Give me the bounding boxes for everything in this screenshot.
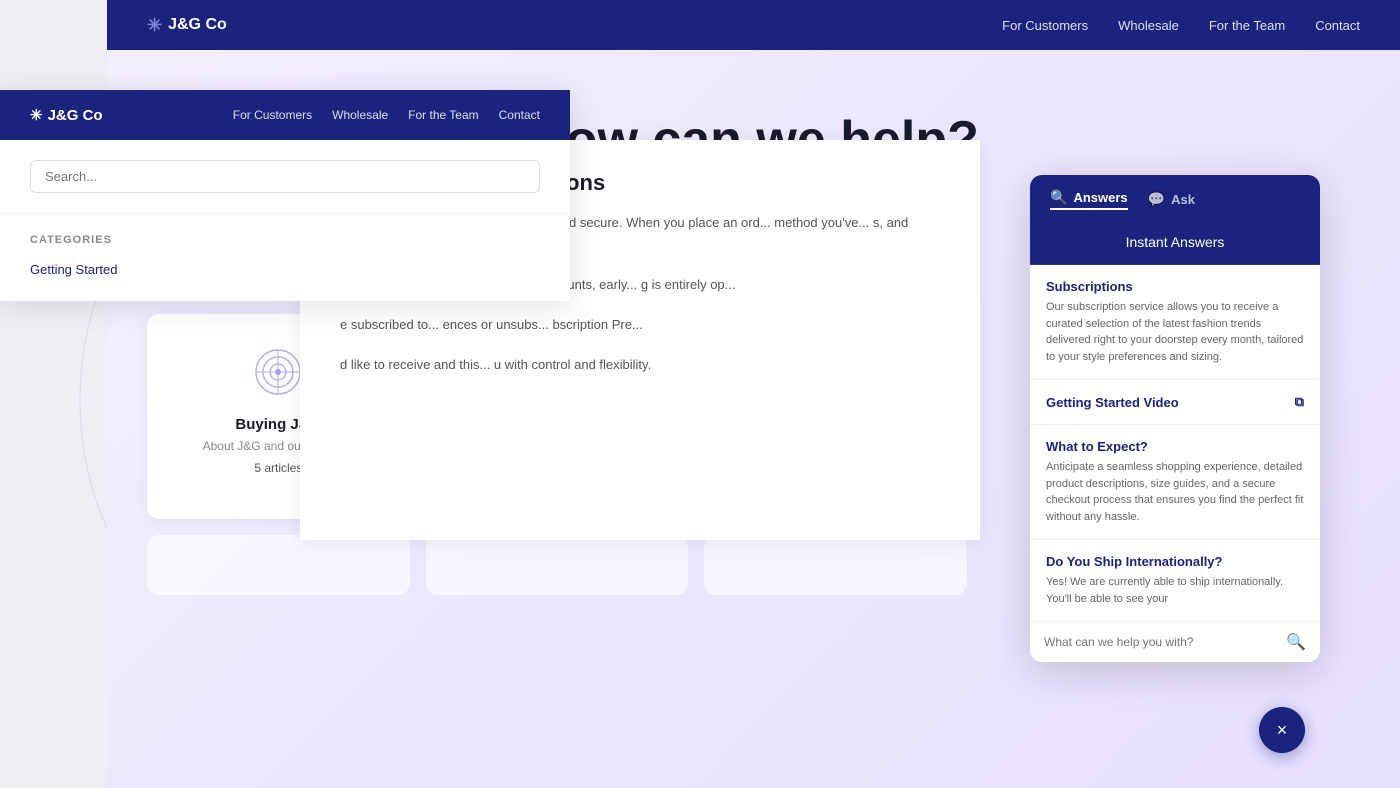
panel-nav-links: For Customers Wholesale For the Team Con… bbox=[233, 108, 540, 122]
panel-nav-wholesale[interactable]: Wholesale bbox=[332, 108, 388, 122]
navbar-links: For Customers Wholesale For the Team Con… bbox=[1002, 18, 1360, 33]
answers-icon: 🔍 bbox=[1050, 189, 1067, 206]
ask-icon: 💬 bbox=[1148, 191, 1165, 208]
answers-tab-label: Answers bbox=[1073, 190, 1127, 205]
panel-categories: CATEGORIES Getting Started bbox=[0, 214, 570, 301]
buying-icon bbox=[250, 344, 306, 400]
main-navbar: ✳ J&G Co For Customers Wholesale For the… bbox=[107, 0, 1400, 50]
shipping-international-description: Yes! We are currently able to ship inter… bbox=[1046, 574, 1304, 607]
category-placeholder-1 bbox=[147, 535, 410, 595]
close-button[interactable]: × bbox=[1259, 707, 1305, 753]
shipping-international-title: Do You Ship Internationally? bbox=[1046, 554, 1304, 569]
navbar-logo: ✳ J&G Co bbox=[147, 15, 227, 36]
chat-item-shipping-international[interactable]: Do You Ship Internationally? Yes! We are… bbox=[1030, 540, 1320, 621]
panel-logo: ✳ J&G Co bbox=[30, 106, 103, 124]
ask-tab-label: Ask bbox=[1171, 192, 1195, 207]
chat-search-icon[interactable]: 🔍 bbox=[1286, 632, 1306, 652]
panel-nav-customers[interactable]: For Customers bbox=[233, 108, 312, 122]
logo-asterisk: ✳ bbox=[147, 15, 162, 36]
article-body-3: e subscribed to... ences or unsubs... bs… bbox=[340, 314, 940, 336]
chat-widget: 🔍 Answers 💬 Ask Instant Answers Subscrip… bbox=[1030, 175, 1320, 662]
instant-answers-heading: Instant Answers bbox=[1030, 224, 1320, 265]
chat-tab-answers[interactable]: 🔍 Answers bbox=[1050, 189, 1128, 210]
chat-search-input[interactable] bbox=[1044, 635, 1286, 649]
external-link-icon: ⧉ bbox=[1295, 394, 1304, 410]
panel-nav-contact[interactable]: Contact bbox=[499, 108, 540, 122]
categories-label: CATEGORIES bbox=[30, 234, 540, 246]
what-to-expect-description: Anticipate a seamless shopping experienc… bbox=[1046, 459, 1304, 525]
chat-input-area: 🔍 bbox=[1030, 621, 1320, 662]
panel-navbar: ✳ J&G Co For Customers Wholesale For the… bbox=[0, 90, 570, 140]
article-body-4: d like to receive and this... u with con… bbox=[340, 354, 940, 376]
nav-for-the-team[interactable]: For the Team bbox=[1209, 18, 1285, 33]
category-placeholder-2 bbox=[426, 535, 689, 595]
nav-for-customers[interactable]: For Customers bbox=[1002, 18, 1088, 33]
chat-items-list: Subscriptions Our subscription service a… bbox=[1030, 265, 1320, 621]
chat-tab-ask[interactable]: 💬 Ask bbox=[1148, 191, 1195, 208]
subscriptions-description: Our subscription service allows you to r… bbox=[1046, 299, 1304, 365]
panel-search-input[interactable] bbox=[30, 160, 540, 193]
logo-text: J&G Co bbox=[168, 16, 227, 34]
chat-header: 🔍 Answers 💬 Ask bbox=[1030, 175, 1320, 224]
category-placeholder-3 bbox=[704, 535, 967, 595]
what-to-expect-title: What to Expect? bbox=[1046, 439, 1304, 454]
close-icon: × bbox=[1277, 720, 1288, 741]
getting-started-video-label: Getting Started Video bbox=[1046, 395, 1179, 410]
category-getting-started[interactable]: Getting Started bbox=[30, 258, 540, 281]
panel-logo-text: J&G Co bbox=[48, 107, 103, 124]
nav-wholesale[interactable]: Wholesale bbox=[1118, 18, 1179, 33]
panel-nav-team[interactable]: For the Team bbox=[408, 108, 478, 122]
chat-item-what-to-expect[interactable]: What to Expect? Anticipate a seamless sh… bbox=[1030, 425, 1320, 540]
nav-contact[interactable]: Contact bbox=[1315, 18, 1360, 33]
chat-item-subscriptions[interactable]: Subscriptions Our subscription service a… bbox=[1030, 265, 1320, 380]
subscriptions-title: Subscriptions bbox=[1046, 279, 1304, 294]
article-panel: ✳ J&G Co For Customers Wholesale For the… bbox=[0, 90, 570, 301]
panel-logo-asterisk: ✳ bbox=[30, 106, 43, 124]
chat-item-getting-started-video[interactable]: Getting Started Video ⧉ bbox=[1030, 380, 1320, 425]
panel-search-section bbox=[0, 140, 570, 214]
